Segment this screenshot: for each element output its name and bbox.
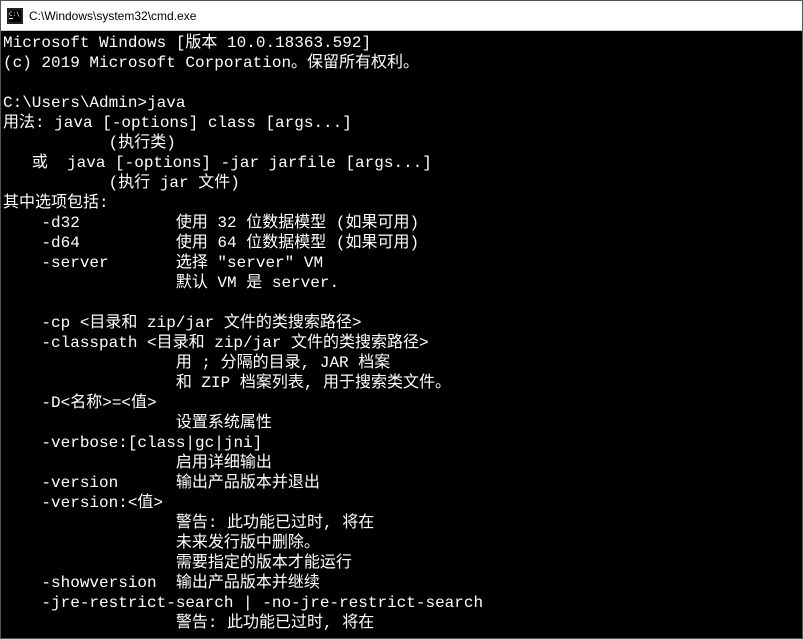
- cmd-icon: C:\: [7, 8, 23, 24]
- svg-text:C:\: C:\: [9, 11, 20, 18]
- titlebar-path: C:\Windows\system32\cmd.exe: [29, 9, 196, 23]
- cmd-window: C:\ C:\Windows\system32\cmd.exe Microsof…: [0, 0, 803, 639]
- titlebar[interactable]: C:\ C:\Windows\system32\cmd.exe: [1, 1, 802, 31]
- terminal-output[interactable]: Microsoft Windows [版本 10.0.18363.592] (c…: [1, 31, 802, 638]
